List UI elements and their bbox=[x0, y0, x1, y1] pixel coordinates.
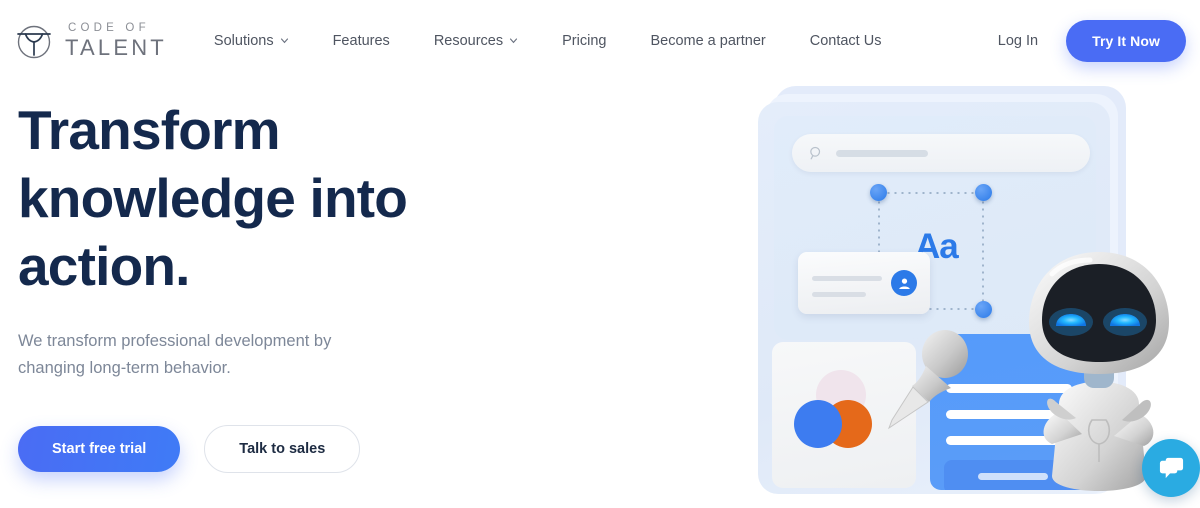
landing-page: CODE OF TALENT Solutions Features Resour… bbox=[0, 0, 1200, 508]
login-link[interactable]: Log In bbox=[998, 33, 1038, 49]
selection-handle-bottom-right[interactable] bbox=[975, 301, 992, 318]
chat-widget-button[interactable] bbox=[1142, 439, 1200, 497]
start-free-trial-button[interactable]: Start free trial bbox=[18, 426, 181, 472]
hero-content: Transform knowledge into action. We tran… bbox=[18, 96, 488, 473]
card-text-line bbox=[812, 276, 882, 281]
nav-label: Features bbox=[332, 33, 390, 49]
nav-item-features[interactable]: Features bbox=[333, 27, 390, 55]
nav-item-pricing[interactable]: Pricing bbox=[562, 27, 606, 55]
logo-text-bottom: TALENT bbox=[65, 34, 167, 60]
header-actions: Log In Try It Now bbox=[998, 20, 1186, 62]
site-header: CODE OF TALENT Solutions Features Resour… bbox=[0, 0, 1200, 82]
selection-handle-top-left[interactable] bbox=[870, 184, 887, 201]
selection-edge-right bbox=[982, 192, 984, 310]
chevron-down-icon bbox=[510, 37, 518, 43]
user-avatar-icon bbox=[891, 270, 917, 296]
nav-item-resources[interactable]: Resources bbox=[434, 27, 518, 55]
logo[interactable]: CODE OF TALENT bbox=[12, 19, 167, 63]
search-placeholder-bar bbox=[836, 149, 928, 157]
hero-illustration: Aa bbox=[752, 84, 1200, 508]
selection-handle-top-right[interactable] bbox=[975, 184, 992, 201]
nav-item-solutions[interactable]: Solutions bbox=[214, 27, 289, 55]
nav-label: Contact Us bbox=[809, 33, 882, 49]
illustration-search-bar bbox=[792, 134, 1090, 172]
chevron-down-icon bbox=[280, 37, 288, 43]
page-title: Transform knowledge into action. bbox=[18, 99, 408, 297]
contact-card bbox=[798, 252, 930, 314]
nav-item-become-a-partner[interactable]: Become a partner bbox=[650, 27, 765, 55]
nav-label: Pricing bbox=[562, 33, 607, 49]
code-of-talent-emblem-icon bbox=[17, 25, 51, 59]
try-it-now-button[interactable]: Try It Now bbox=[1066, 20, 1186, 62]
hero-subtitle: We transform professional development by… bbox=[18, 332, 332, 377]
search-icon bbox=[810, 146, 821, 159]
chat-bubbles-icon bbox=[1159, 457, 1183, 478]
swatch-circle-blue bbox=[794, 400, 842, 448]
card-text-line bbox=[812, 292, 866, 297]
nav-label: Resources bbox=[433, 33, 504, 49]
hero-cta-group: Start free trial Talk to sales bbox=[18, 425, 488, 473]
pushpin-tool-icon bbox=[887, 330, 968, 430]
primary-nav: Solutions Features Resources Pricing Bec… bbox=[214, 27, 882, 55]
nav-label: Become a partner bbox=[650, 33, 766, 49]
logo-wordmark: CODE OF TALENT bbox=[65, 23, 167, 59]
nav-item-contact-us[interactable]: Contact Us bbox=[810, 27, 882, 55]
selection-edge-top bbox=[878, 192, 984, 194]
logo-text-top: CODE OF bbox=[68, 22, 150, 35]
nav-label: Solutions bbox=[213, 33, 274, 49]
talk-to-sales-button[interactable]: Talk to sales bbox=[204, 425, 361, 473]
